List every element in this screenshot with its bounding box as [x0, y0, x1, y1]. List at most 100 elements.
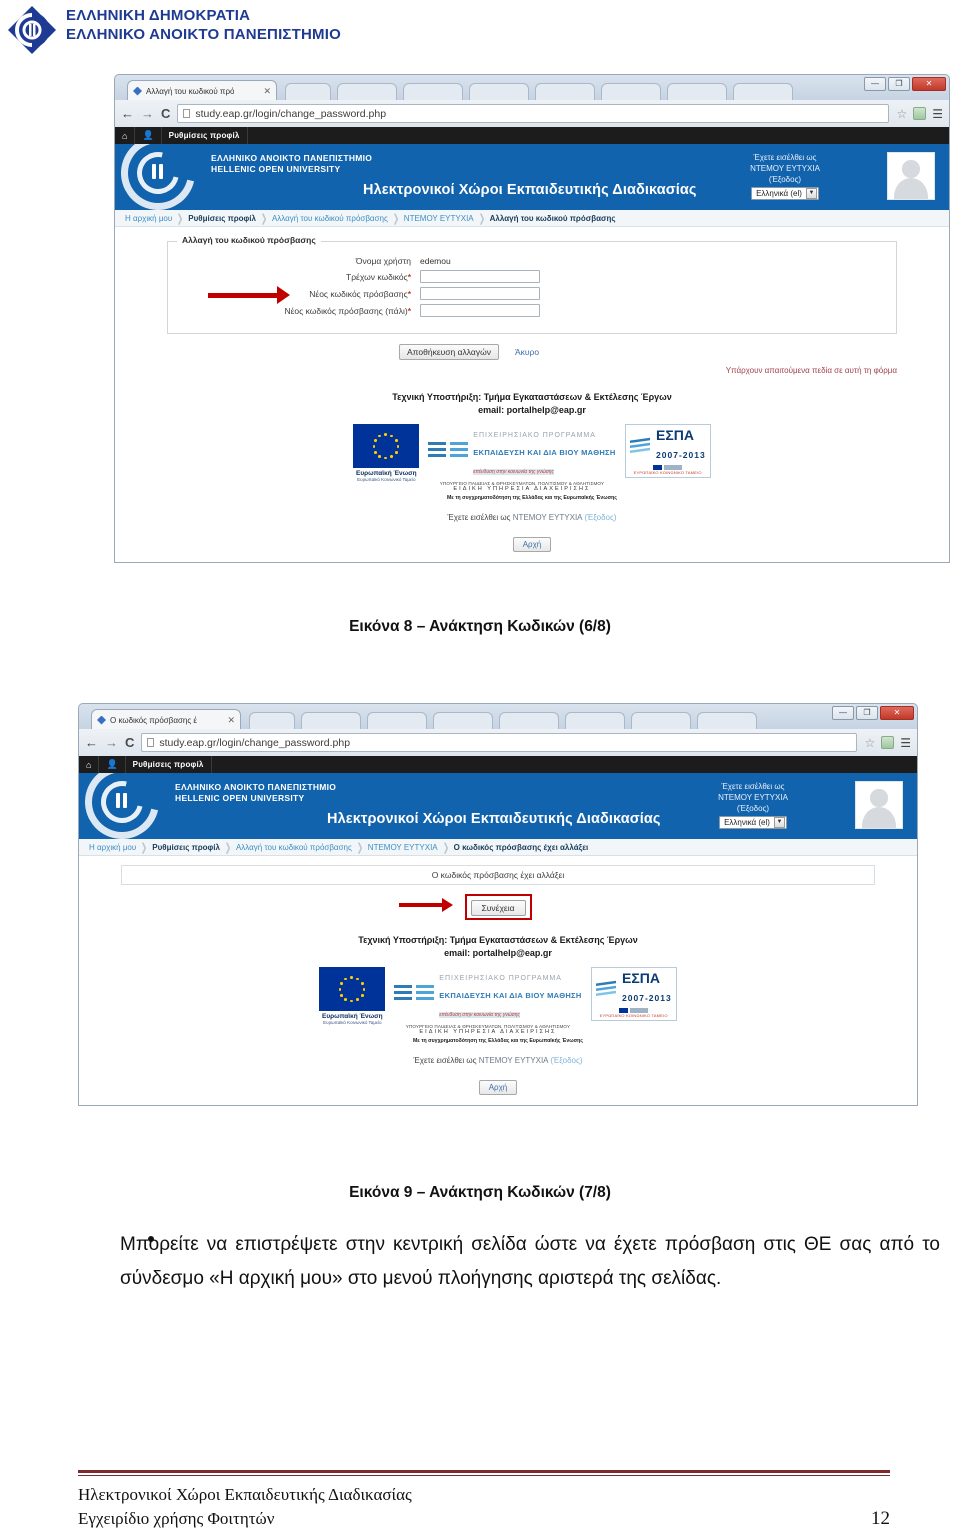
tab-ghost [285, 83, 331, 101]
breadcrumb-1: Η αρχική μου ❯ Ρυθμίσεις προφίλ ❯ Αλλαγή… [115, 210, 949, 227]
chevron-down-icon: ▼ [773, 817, 785, 828]
logout-link[interactable]: (Έξοδος) [697, 803, 809, 814]
save-changes-button[interactable]: Αποθήκευση αλλαγών [399, 344, 499, 360]
forward-icon[interactable]: → [141, 107, 154, 120]
menu-user[interactable]: 👤 [99, 756, 126, 773]
breadcrumb-separator: ❯ [260, 212, 268, 225]
logout-link[interactable]: (Έξοδος) [729, 174, 841, 185]
user-icon: 👤 [106, 759, 118, 769]
window-close-button[interactable]: ✕ [880, 706, 914, 720]
close-icon[interactable]: ✕ [263, 86, 271, 97]
current-password-label: Τρέχων κωδικός* [346, 271, 411, 282]
new-password-again-input[interactable] [420, 304, 540, 317]
op-line-2: ΕΚΠΑΙΔΕΥΣΗ ΚΑΙ ΔΙΑ ΒΙΟΥ ΜΑΘΗΣΗ [439, 991, 582, 1000]
tab-ghost [499, 712, 559, 730]
breadcrumb-item-profile[interactable]: Ρυθμίσεις προφίλ [188, 214, 256, 223]
menu-home[interactable]: ⌂ [115, 127, 136, 144]
logged-in-label: Έχετε εισέλθει ως [721, 782, 785, 791]
document-header: ΕΛΛΗΝΙΚΗ ΔΗΜΟΚΡΑΤΙΑ ΕΛΛΗΝΙΚΟ ΑΝΟΙΚΤΟ ΠΑΝ… [0, 0, 960, 62]
breadcrumb-item-user[interactable]: ΝΤΕΜΟΥ ΕΥΤΥΧΙΑ [404, 214, 474, 223]
browser-menu-icon[interactable]: ☰ [932, 108, 943, 120]
footer-login-prefix: Έχετε εισέλθει ως [413, 1056, 477, 1065]
continue-button[interactable]: Συνέχεια [470, 900, 526, 916]
tab-strip-1: Αλλαγή του κωδικού πρό ✕ [115, 75, 949, 101]
screenshot-password-changed: Ο κωδικός πρόσβασης έ ✕ — ❐ ✕ ← → C stud… [78, 703, 918, 1106]
breadcrumb-separator: ❯ [392, 212, 400, 225]
reload-icon[interactable]: C [125, 735, 134, 750]
espa-logo-block: ΕΣΠΑ 2007-2013 ΕΥΡΩΠΑΪΚΟ ΚΟΙΝΩΝΙΚΟ ΤΑΜΕΙ… [624, 424, 711, 478]
red-arrow-annotation [208, 286, 290, 304]
tab-title: Αλλαγή του κωδικού πρό [146, 86, 235, 96]
footer-rule-thin [78, 1475, 890, 1476]
footer-login-user: ΝΤΕΜΟΥ ΕΥΤΥΧΙΑ [478, 1056, 549, 1065]
form-actions-1: Αποθήκευση αλλαγών Άκυρο [115, 344, 949, 360]
footer-logout-link[interactable]: (Έξοδος) [584, 513, 616, 522]
breadcrumb-item-profile[interactable]: Ρυθμίσεις προφίλ [152, 843, 220, 852]
fieldset-legend: Αλλαγή του κωδικού πρόσβασης [177, 235, 321, 245]
page-viewport-2: ⌂ 👤 Ρυθμίσεις προφίλ ΕΛΛΗΝΙΚΟ ΑΝΟΙΚΤΟ ΠΑ… [78, 756, 918, 1106]
menu-profile-settings[interactable]: Ρυθμίσεις προφίλ [126, 756, 212, 773]
breadcrumb-item-change-password[interactable]: Αλλαγή του κωδικού πρόσβασης [272, 214, 388, 223]
eu-sublabel: Ευρωπαϊκό Κοινωνικό Ταμείο [357, 477, 416, 482]
breadcrumb-separator: ❯ [356, 841, 364, 854]
password-changed-notice: Ο κωδικός πρόσβασης έχει αλλάξει [121, 865, 875, 885]
minimize-button[interactable]: — [832, 706, 854, 720]
breadcrumb-item-change-password[interactable]: Αλλαγή του κωδικού πρόσβασης [236, 843, 352, 852]
menu-home[interactable]: ⌂ [79, 756, 100, 773]
eap-logo-bar [152, 164, 156, 179]
extension-icon[interactable] [913, 107, 927, 120]
site-header-2: ΕΛΛΗΝΙΚΟ ΑΝΟΙΚΤΟ ΠΑΝΕΠΙΣΤΗΜΙΟ HELLENIC O… [79, 773, 917, 839]
logged-in-username: ΝΤΕΜΟΥ ΕΥΤΥΧΙΑ [750, 164, 820, 173]
espa-name: ΕΣΠΑ [656, 427, 694, 443]
new-password-input[interactable] [420, 287, 540, 300]
extension-icon[interactable] [881, 736, 895, 749]
home-button-2[interactable]: Αρχή [478, 1080, 518, 1095]
back-icon[interactable]: ← [85, 736, 98, 749]
espa-foot-label: ΕΥΡΩΠΑΪΚΟ ΚΟΙΝΩΝΙΚΟ ΤΑΜΕΙΟ [633, 470, 702, 475]
window-close-button[interactable]: ✕ [912, 77, 946, 91]
avatar-body [862, 806, 896, 828]
avatar[interactable] [855, 781, 903, 829]
cofunding-note-1: Με τη συγχρηματοδότηση της Ελλάδας και τ… [446, 495, 618, 501]
browser-tab-1[interactable]: Αλλαγή του κωδικού πρό ✕ [127, 80, 277, 101]
menu-user[interactable]: 👤 [135, 127, 162, 144]
required-marker: * [407, 271, 411, 282]
browser-menu-icon[interactable]: ☰ [900, 737, 911, 749]
uni-name-english: HELLENIC OPEN UNIVERSITY [211, 164, 341, 174]
menu-profile-settings[interactable]: Ρυθμίσεις προφίλ [162, 127, 248, 144]
footer-login-prefix: Έχετε εισέλθει ως [447, 513, 511, 522]
cancel-link[interactable]: Άκυρο [515, 347, 539, 357]
footer-logout-link[interactable]: (Έξοδος) [550, 1056, 582, 1065]
reload-icon[interactable]: C [161, 106, 170, 121]
language-select[interactable]: Ελληνικά (el) ▼ [751, 187, 819, 200]
browser-toolbar-1: ← → C study.eap.gr/login/change_password… [114, 100, 950, 127]
current-password-input[interactable] [420, 270, 540, 283]
browser-tab-2[interactable]: Ο κωδικός πρόσβασης έ ✕ [91, 709, 241, 730]
breadcrumb-item-home[interactable]: Η αρχική μου [89, 843, 136, 852]
forward-icon[interactable]: → [105, 736, 118, 749]
logged-in-username: ΝΤΕΜΟΥ ΕΥΤΥΧΙΑ [718, 793, 788, 802]
avatar[interactable] [887, 152, 935, 200]
bookmark-star-icon[interactable]: ☆ [864, 736, 875, 750]
breadcrumb-item-home[interactable]: Η αρχική μου [125, 214, 172, 223]
site-header-1: ΕΛΛΗΝΙΚΟ ΑΝΟΙΚΤΟ ΠΑΝΕΠΙΣΤΗΜΙΟ HELLENIC O… [115, 144, 949, 210]
eu-flag-icon [353, 424, 420, 468]
page-content-2: Ο κωδικός πρόσβασης έχει αλλάξει Συνέχει… [79, 865, 917, 1105]
close-icon[interactable]: ✕ [227, 715, 235, 726]
minimize-button[interactable]: — [864, 77, 886, 91]
breadcrumb-item-user[interactable]: ΝΤΕΜΟΥ ΕΥΤΥΧΙΑ [368, 843, 438, 852]
back-icon[interactable]: ← [121, 107, 134, 120]
maximize-button[interactable]: ❐ [888, 77, 910, 91]
window-controls-2: — ❐ ✕ [832, 706, 914, 720]
page-number: 12 [871, 1508, 890, 1529]
eap-logo-bar [123, 793, 127, 808]
footer-rule-thick [78, 1470, 890, 1473]
address-bar-1[interactable]: study.eap.gr/login/change_password.php [177, 104, 890, 123]
language-select[interactable]: Ελληνικά (el) ▼ [719, 816, 787, 829]
menu-profile-settings-label: Ρυθμίσεις προφίλ [168, 131, 240, 140]
address-bar-2[interactable]: study.eap.gr/login/change_password.php [141, 733, 858, 752]
body-paragraph: Μπορείτε να επιστρέψετε στην κεντρική σε… [120, 1234, 940, 1289]
maximize-button[interactable]: ❐ [856, 706, 878, 720]
bookmark-star-icon[interactable]: ☆ [896, 107, 907, 121]
home-button-1[interactable]: Αρχή [512, 537, 552, 552]
